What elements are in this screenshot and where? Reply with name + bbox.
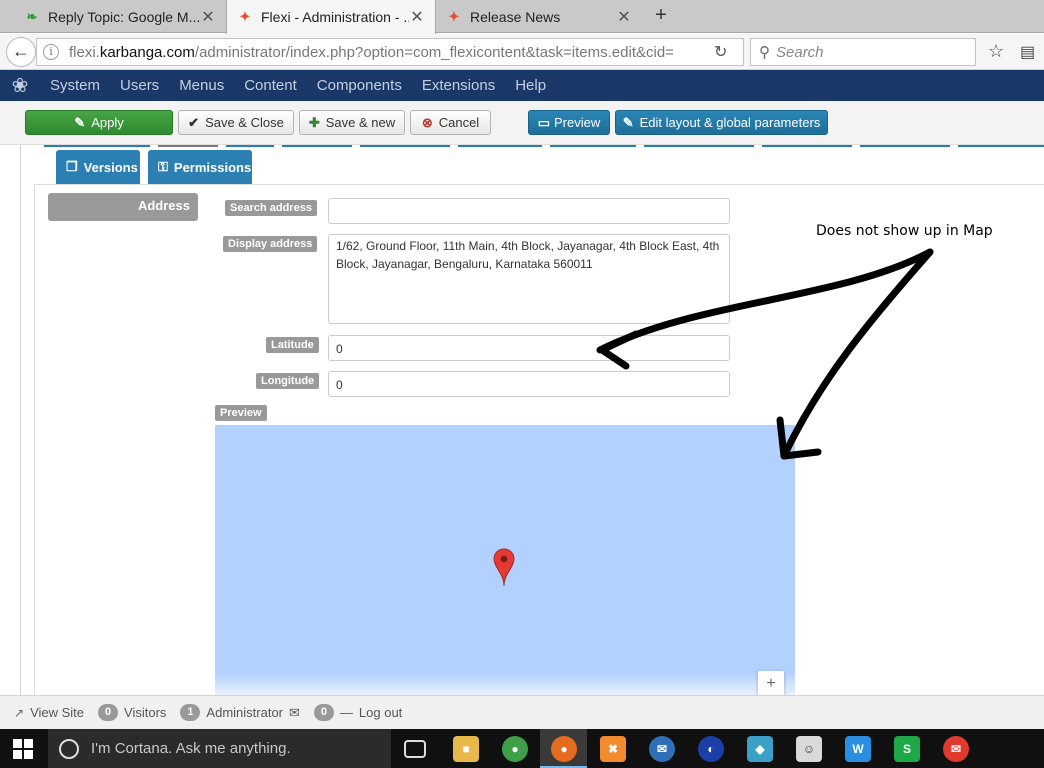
arrowhead-latitude [598,330,640,370]
administrator-label: Administrator [206,705,283,720]
visitors-count-badge: 0 [98,704,119,721]
file-explorer-icon[interactable]: ■ [453,736,479,762]
wps-writer-icon[interactable]: W [845,736,871,762]
external-link-icon: ↗ [14,705,25,720]
admin-status-bar: ↗ View Site 0 Visitors 1 Administrator ✉… [0,695,1044,729]
image-viewer-icon[interactable]: ☺ [796,736,822,762]
visitors-label: Visitors [124,705,167,720]
xampp-icon[interactable]: ✖ [600,736,626,762]
minus-icon: — [339,705,353,720]
app-diamond-icon[interactable]: ◆ [747,736,773,762]
chrome-icon[interactable]: ● [502,736,528,762]
envelope-icon: ✉ [289,704,300,720]
wps-spreadsheet-icon[interactable]: S [894,736,920,762]
admin-count-badge: 1 [180,704,201,721]
arrow-to-latitude [596,248,934,354]
windows-taskbar: I'm Cortana. Ask me anything. ■ ● ● ✖ ✉ … [0,729,1044,768]
annotation-arrows [596,248,934,460]
logout-link[interactable]: Log out [359,705,402,720]
cortana-placeholder: I'm Cortana. Ask me anything. [91,740,291,757]
messages-count-badge: 0 [313,704,334,721]
firefox-icon[interactable]: ● [551,736,577,762]
thunderbird-icon[interactable]: ✉ [649,736,675,762]
view-site-link[interactable]: View Site [30,705,84,720]
eclipse-icon[interactable]: ◐ [698,736,724,762]
task-view-icon[interactable] [404,740,426,758]
cortana-circle-icon [59,738,79,759]
windows-start-icon[interactable] [13,739,33,759]
cortana-search-box[interactable]: I'm Cortana. Ask me anything. [48,729,391,768]
mail-app-icon[interactable]: ✉ [943,736,969,762]
